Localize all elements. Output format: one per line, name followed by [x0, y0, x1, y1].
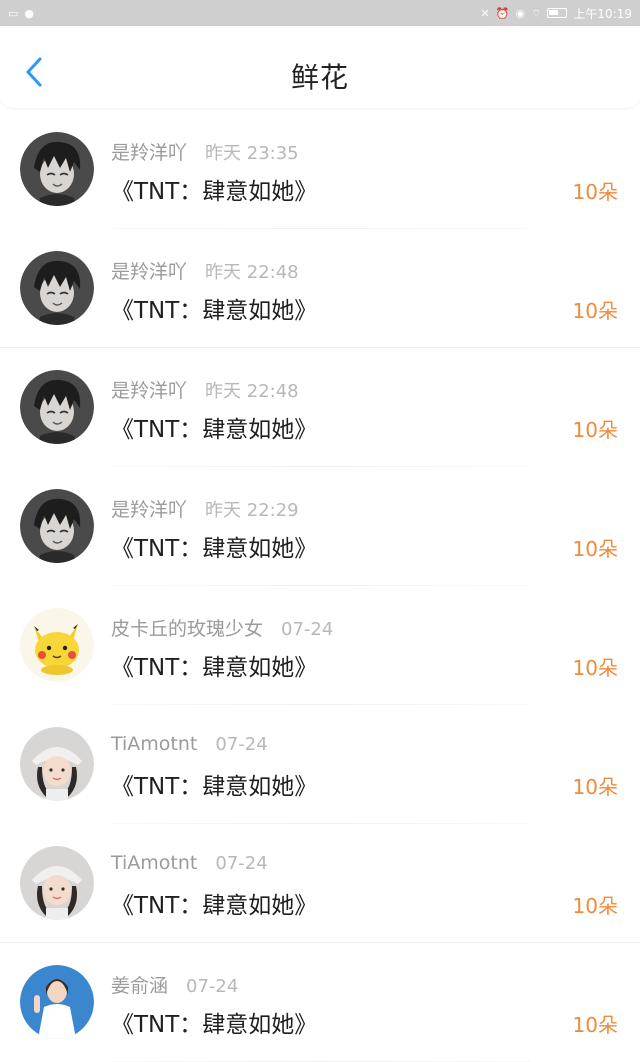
- book-title[interactable]: 《TNT：肆意如她》: [111, 648, 317, 682]
- username[interactable]: 是羚洋吖: [111, 495, 187, 522]
- flower-count: 10朵: [572, 418, 618, 442]
- pikachu-avatar-icon: [20, 608, 94, 682]
- eye-icon: ◉: [515, 6, 526, 20]
- list-item[interactable]: TiAmotnt 07-24 《TNT：肆意如她》 10朵: [0, 824, 640, 943]
- username[interactable]: 皮卡丘的玫瑰少女: [111, 614, 263, 641]
- mute-icon: ✕: [480, 6, 490, 20]
- avatar[interactable]: [20, 608, 94, 682]
- username[interactable]: TiAmotnt: [111, 733, 197, 755]
- avatar[interactable]: [20, 846, 94, 920]
- username[interactable]: 是羚洋吖: [111, 257, 187, 284]
- flower-count: 10朵: [572, 775, 618, 799]
- user-photo-icon: [20, 251, 94, 325]
- book-title[interactable]: 《TNT：肆意如她》: [111, 172, 317, 206]
- user-photo-icon: [20, 132, 94, 206]
- timestamp: 07-24: [215, 853, 268, 874]
- status-right: ✕ ⏰ ◉ ⌔ 上午10:19: [481, 5, 632, 22]
- book-title[interactable]: 《TNT：肆意如她》: [111, 291, 317, 325]
- timestamp: 07-24: [281, 619, 334, 640]
- status-left: ▭ ●: [8, 8, 34, 19]
- avatar[interactable]: [20, 965, 94, 1039]
- alarm-icon: ⏰: [495, 6, 510, 20]
- item-meta: 皮卡丘的玫瑰少女 07-24: [111, 614, 333, 641]
- user-photo-icon: [20, 965, 94, 1039]
- avatar[interactable]: [20, 370, 94, 444]
- flower-list: 是羚洋吖 昨天 23:35 《TNT：肆意如她》 10朵 是羚洋吖 昨天 22:…: [0, 110, 640, 1062]
- timestamp: 昨天 22:48: [205, 262, 299, 283]
- item-meta: 是羚洋吖 昨天 23:35: [111, 138, 299, 165]
- book-title[interactable]: 《TNT：肆意如她》: [111, 767, 317, 801]
- flower-count: 10朵: [572, 894, 618, 918]
- flower-count: 10朵: [572, 180, 618, 204]
- page-title: 鲜花: [290, 61, 349, 94]
- avatar[interactable]: [20, 132, 94, 206]
- avatar[interactable]: [20, 251, 94, 325]
- timestamp: 昨天 23:35: [205, 143, 299, 164]
- status-time: 上午10:19: [573, 6, 632, 21]
- list-item[interactable]: 是羚洋吖 昨天 22:48 《TNT：肆意如她》 10朵: [0, 348, 640, 467]
- list-item[interactable]: TiAmotnt 07-24 《TNT：肆意如她》 10朵: [0, 705, 640, 824]
- list-item[interactable]: 姜俞涵 07-24 《TNT：肆意如她》 10朵: [0, 943, 640, 1062]
- user-photo-icon: [20, 489, 94, 563]
- list-item[interactable]: 皮卡丘的玫瑰少女 07-24 《TNT：肆意如她》 10朵: [0, 586, 640, 705]
- list-item[interactable]: 是羚洋吖 昨天 23:35 《TNT：肆意如她》 10朵: [0, 110, 640, 229]
- book-title[interactable]: 《TNT：肆意如她》: [111, 529, 317, 563]
- item-meta: 是羚洋吖 昨天 22:29: [111, 495, 299, 522]
- list-item[interactable]: 是羚洋吖 昨天 22:29 《TNT：肆意如她》 10朵: [0, 467, 640, 586]
- item-meta: 是羚洋吖 昨天 22:48: [111, 257, 299, 284]
- user-photo-icon: [20, 370, 94, 444]
- timestamp: 昨天 22:29: [205, 500, 299, 521]
- avatar[interactable]: [20, 489, 94, 563]
- top-bar: 鲜花: [0, 26, 640, 108]
- timestamp: 昨天 22:48: [205, 381, 299, 402]
- wifi-icon: ⌔: [531, 6, 542, 20]
- battery-icon: [547, 8, 568, 18]
- gallery-icon: ▭: [8, 6, 19, 20]
- username[interactable]: 是羚洋吖: [111, 138, 187, 165]
- item-meta: 姜俞涵 07-24: [111, 971, 238, 998]
- flower-count: 10朵: [572, 537, 618, 561]
- username[interactable]: 姜俞涵: [111, 971, 168, 998]
- notification-icon: ●: [24, 6, 35, 20]
- timestamp: 07-24: [215, 734, 268, 755]
- status-bar: ▭ ● ✕ ⏰ ◉ ⌔ 上午10:19: [0, 0, 640, 26]
- flower-count: 10朵: [572, 656, 618, 680]
- item-meta: TiAmotnt 07-24: [111, 852, 268, 874]
- username[interactable]: 是羚洋吖: [111, 376, 187, 403]
- avatar[interactable]: [20, 727, 94, 801]
- flower-count: 10朵: [572, 299, 618, 323]
- timestamp: 07-24: [186, 976, 239, 997]
- user-photo-icon: [20, 846, 94, 920]
- list-item[interactable]: 是羚洋吖 昨天 22:48 《TNT：肆意如她》 10朵: [0, 229, 640, 348]
- username[interactable]: TiAmotnt: [111, 852, 197, 874]
- book-title[interactable]: 《TNT：肆意如她》: [111, 410, 317, 444]
- item-meta: TiAmotnt 07-24: [111, 733, 268, 755]
- book-title[interactable]: 《TNT：肆意如她》: [111, 1005, 317, 1039]
- book-title[interactable]: 《TNT：肆意如她》: [111, 886, 317, 920]
- item-meta: 是羚洋吖 昨天 22:48: [111, 376, 299, 403]
- user-photo-icon: [20, 727, 94, 801]
